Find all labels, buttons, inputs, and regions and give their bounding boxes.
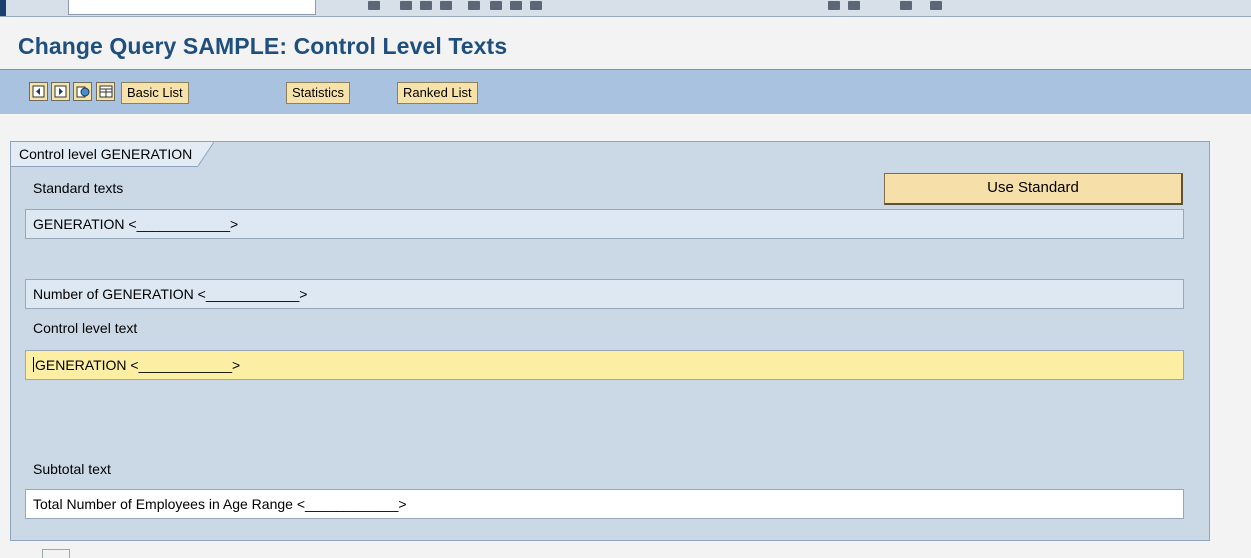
back-icon[interactable] (400, 1, 412, 10)
control-level-text-value: GENERATION <____________> (35, 357, 241, 373)
title-bar: Change Query SAMPLE: Control Level Texts (0, 17, 1251, 71)
ranked-list-button[interactable]: Ranked List (397, 82, 478, 104)
subtotal-text-input[interactable]: Total Number of Employees in Age Range <… (25, 489, 1184, 519)
previous-page-icon[interactable] (29, 82, 48, 101)
control-level-text-label: Control level text (33, 320, 138, 336)
group-tab-slant (198, 141, 215, 166)
find-next-icon[interactable] (510, 1, 522, 10)
layout-icon[interactable] (96, 82, 115, 101)
first-page-icon[interactable] (530, 1, 542, 10)
shortcut-icon[interactable] (848, 1, 860, 10)
command-field[interactable] (68, 0, 316, 15)
layout-menu-icon[interactable] (930, 1, 942, 10)
control-level-group: Control level GENERATION Standard texts … (10, 141, 1210, 541)
control-level-text-input[interactable]: GENERATION <____________> (25, 350, 1184, 380)
print-icon[interactable] (468, 1, 480, 10)
standard-text-field-1: GENERATION <____________> (25, 209, 1184, 239)
group-title-tab: Control level GENERATION (11, 141, 215, 167)
application-toolbar: Basic List Statistics Ranked List (0, 70, 1251, 114)
new-session-icon[interactable] (828, 1, 840, 10)
system-toolbar (0, 0, 1251, 17)
text-cursor (33, 357, 34, 372)
next-page-icon[interactable] (51, 82, 70, 101)
help-icon[interactable] (900, 1, 912, 10)
save-icon[interactable] (368, 1, 380, 10)
group-title: Control level GENERATION (11, 141, 199, 167)
exit-icon[interactable] (420, 1, 432, 10)
globe-icon[interactable] (73, 82, 92, 101)
statistics-button[interactable]: Statistics (286, 82, 351, 104)
find-icon[interactable] (490, 1, 502, 10)
use-standard-button[interactable]: Use Standard (884, 173, 1183, 205)
basic-list-button[interactable]: Basic List (121, 82, 189, 104)
standard-text-field-2: Number of GENERATION <____________> (25, 279, 1184, 309)
subtotal-text-label: Subtotal text (33, 461, 111, 477)
cancel-icon[interactable] (440, 1, 452, 10)
page-title: Change Query SAMPLE: Control Level Texts (18, 33, 508, 59)
toolbar-edge (0, 0, 6, 16)
standard-texts-label: Standard texts (33, 180, 124, 196)
